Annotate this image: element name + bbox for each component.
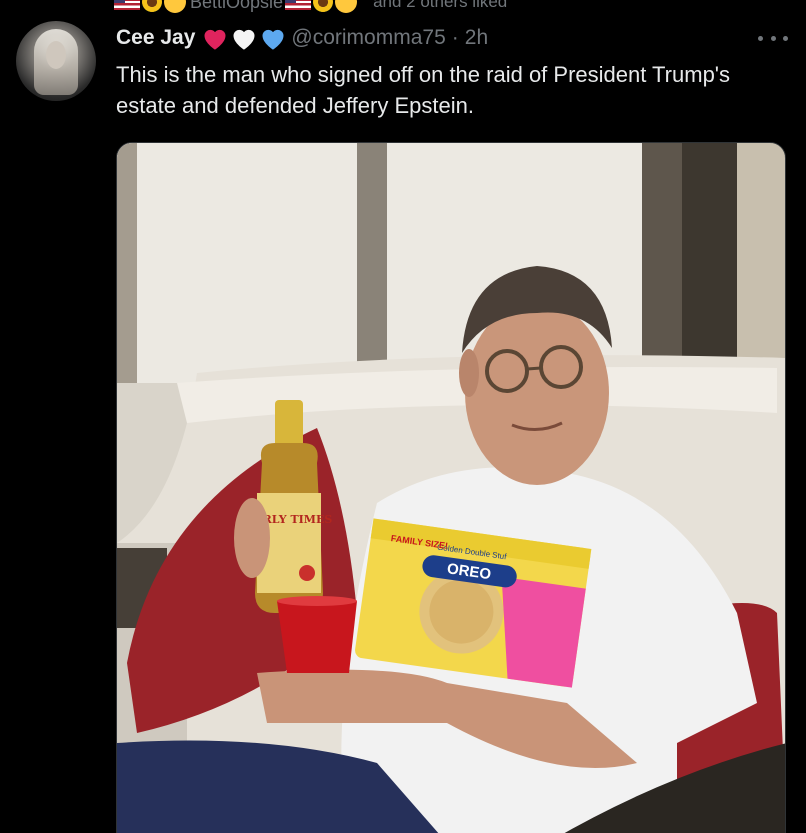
red-heart-icon	[204, 29, 226, 50]
us-flag-icon	[114, 0, 140, 10]
tweet-timestamp[interactable]: 2h	[465, 26, 488, 50]
photo-illustration: EARLY TIMES OREO Golden Double Stuf FAMI…	[117, 143, 785, 833]
smile-icon	[335, 0, 358, 13]
white-heart-icon	[233, 29, 255, 50]
user-handle[interactable]: @corimomma75	[291, 26, 445, 50]
tweet-header: Cee Jay @corimomma75 · 2h	[116, 24, 488, 52]
name-emojis	[201, 25, 287, 51]
avatar[interactable]	[16, 21, 96, 101]
sunflower-icon	[313, 0, 334, 12]
liker-name[interactable]: BettiOopsie	[190, 0, 283, 13]
tweet-text: This is the man who signed off on the ra…	[116, 62, 731, 118]
blue-heart-icon	[262, 29, 284, 50]
separator-dot: ·	[451, 26, 459, 49]
more-options-icon[interactable]	[758, 28, 788, 48]
sunflower-icon	[142, 0, 162, 12]
avatar-face	[46, 41, 66, 69]
us-flag-icon	[285, 0, 312, 10]
liked-by-others[interactable]: and 2 others liked	[373, 0, 507, 12]
display-name[interactable]: Cee Jay	[116, 26, 195, 50]
smile-icon	[164, 0, 186, 13]
social-context-row[interactable]: BettiOopsie and 2 others liked	[114, 0, 507, 13]
tweet-photo[interactable]: EARLY TIMES OREO Golden Double Stuf FAMI…	[116, 142, 786, 833]
